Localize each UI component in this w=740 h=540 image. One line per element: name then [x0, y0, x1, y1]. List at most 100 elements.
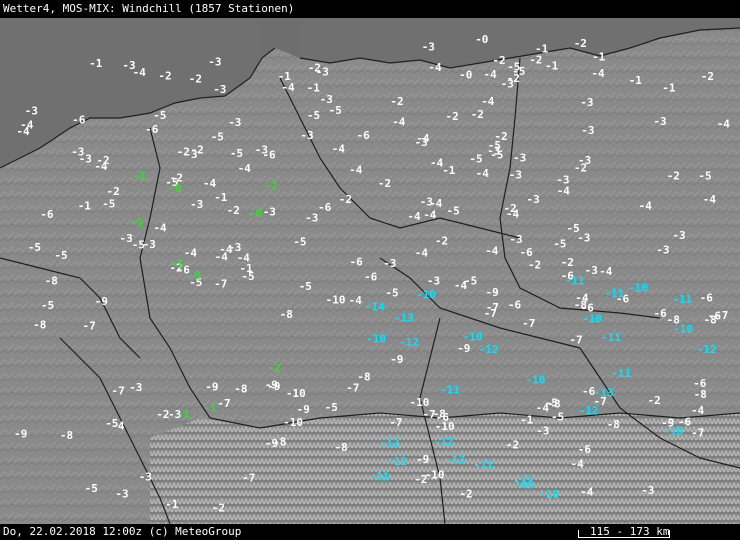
- station-value: -1: [170, 257, 184, 270]
- station-value: -6: [508, 299, 522, 312]
- station-value: -5: [490, 149, 503, 162]
- station-value: -4: [717, 118, 731, 131]
- station-value: -5: [28, 241, 41, 254]
- station-value: -6: [520, 246, 534, 259]
- station-value: -4: [703, 193, 717, 206]
- station-value: -2: [648, 394, 661, 407]
- station-value: -2: [189, 73, 202, 86]
- station-value: -5: [85, 482, 98, 495]
- station-value: -6: [357, 129, 371, 142]
- station-value: -6: [578, 443, 592, 456]
- station-value: -2: [414, 473, 427, 486]
- station-value: -2: [667, 170, 680, 183]
- station-value: -5: [41, 299, 54, 312]
- station-value: -9: [205, 381, 218, 394]
- station-value: -4: [281, 81, 295, 94]
- station-value: -4: [153, 221, 167, 234]
- station-value: -5: [241, 270, 254, 283]
- station-value: -5: [553, 238, 566, 251]
- station-value: -3: [556, 173, 569, 186]
- station-value: -3: [184, 148, 197, 161]
- station-value: -3: [263, 206, 276, 219]
- station-value: -3: [228, 116, 241, 129]
- station-value: -0: [168, 182, 181, 195]
- station-value: -3: [255, 144, 268, 157]
- station-value: -0: [188, 269, 201, 282]
- station-value: -2: [492, 54, 505, 67]
- station-value: -5: [54, 249, 67, 262]
- station-value: -11: [440, 384, 460, 397]
- scale-tick-right: [669, 530, 670, 538]
- station-value: -8: [60, 429, 73, 442]
- station-value: -5: [329, 104, 342, 117]
- windchill-map[interactable]: -0-0-2-4 -5-1 -2-3-2 -1-1 -2-3-1-2-1-3-1 -2-1…: [0, 18, 740, 524]
- station-value: -5: [325, 401, 338, 414]
- station-value: -4: [423, 209, 437, 222]
- station-value: -3: [509, 233, 522, 246]
- station-value: -9: [416, 453, 429, 466]
- station-value: -5: [102, 198, 115, 211]
- station-value: -11: [473, 458, 493, 471]
- station-value: -4: [639, 200, 653, 213]
- timestamp-label: Do, 22.02.2018 12:00z (c) MeteoGroup: [3, 525, 242, 538]
- station-value: -5: [447, 205, 460, 218]
- station-value: -2: [212, 502, 225, 515]
- station-value: -4: [506, 208, 520, 221]
- station-value: -2: [529, 54, 542, 67]
- station-value: -2: [107, 185, 120, 198]
- station-value: -11: [515, 479, 535, 492]
- station-value: -3: [25, 105, 38, 118]
- station-value: -3: [208, 55, 221, 68]
- station-value: -6: [678, 415, 692, 428]
- station-value: -11: [672, 293, 692, 306]
- scale-bar: [578, 537, 670, 538]
- station-value: -2: [701, 70, 714, 83]
- station-value: -4: [238, 162, 252, 175]
- station-value: -12: [479, 343, 499, 356]
- station-value: -5: [307, 109, 320, 122]
- station-value: -7: [242, 472, 255, 485]
- station-value: -3: [129, 381, 142, 394]
- station-value: -2: [378, 177, 391, 190]
- station-value: -12: [387, 455, 407, 468]
- station-value: -7: [569, 334, 582, 347]
- station-value: -5: [230, 147, 243, 160]
- station-value: -10: [673, 322, 693, 335]
- station-value: -11: [611, 367, 631, 380]
- station-value: -13: [445, 454, 465, 467]
- station-value: -7: [691, 426, 704, 439]
- station-value: -9: [95, 295, 108, 308]
- station-value: -3: [79, 153, 92, 166]
- station-value: -9: [486, 286, 499, 299]
- station-value: -7: [112, 385, 125, 398]
- station-value: -3: [122, 59, 135, 72]
- station-value: -10: [425, 469, 445, 482]
- station-value: -5: [698, 169, 711, 182]
- station-value: -10: [582, 313, 602, 326]
- station-value: -0: [475, 33, 488, 46]
- station-value: -10: [366, 333, 386, 346]
- station-value: -1: [520, 413, 534, 426]
- station-value: -2: [390, 95, 403, 108]
- station-value: -7: [83, 319, 96, 332]
- station-value: -4: [349, 163, 363, 176]
- station-value: -3: [427, 274, 440, 287]
- station-value: -3: [422, 41, 435, 54]
- station-value: -4: [237, 252, 251, 265]
- station-value: -2: [339, 193, 352, 206]
- station-value: -1: [545, 60, 559, 73]
- station-value: -10: [539, 488, 559, 501]
- station-value: -7: [422, 408, 435, 421]
- station-value: -3: [585, 264, 598, 277]
- station-value: -1: [130, 217, 144, 230]
- station-value: -1: [214, 191, 228, 204]
- station-value: -4: [16, 125, 30, 138]
- station-value: -14: [365, 301, 385, 314]
- station-value: -12: [380, 437, 400, 450]
- station-value: -3: [513, 152, 526, 165]
- station-value: -5: [299, 280, 312, 293]
- station-value: -4: [407, 210, 421, 223]
- station-value: -2: [506, 439, 519, 452]
- station-value: -4: [184, 247, 198, 260]
- station-value: -4: [476, 167, 490, 180]
